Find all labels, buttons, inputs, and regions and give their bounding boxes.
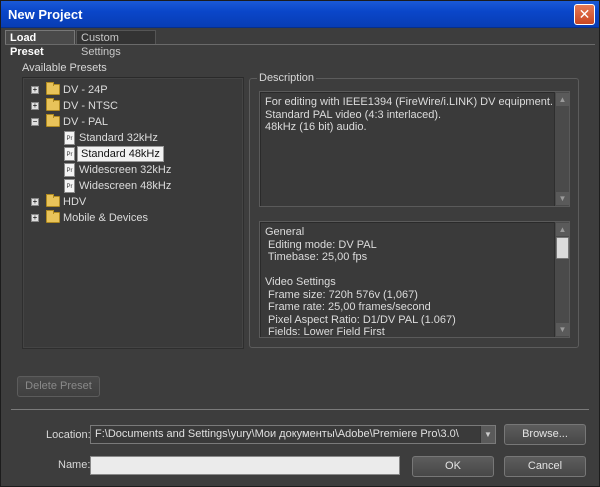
close-button[interactable]: ✕ (574, 4, 595, 25)
folder-icon (46, 82, 60, 95)
folder-icon (46, 98, 60, 111)
preset-file-icon: Pr (64, 179, 75, 193)
scroll-up-icon[interactable]: ▲ (556, 93, 569, 106)
folder-icon (46, 114, 60, 127)
tree-item-label: Standard 48kHz (77, 146, 164, 162)
description-label: Description (257, 72, 317, 84)
footer-separator (11, 409, 589, 410)
tree-item-label: DV - PAL (63, 116, 109, 128)
description-textbox[interactable]: For editing with IEEE1394 (FireWire/i.LI… (259, 91, 570, 207)
expand-icon[interactable]: + (31, 198, 39, 206)
details-scrollbar[interactable]: ▲ ▼ (554, 222, 569, 337)
new-project-dialog: New Project ✕ Load Preset Custom Setting… (0, 0, 600, 487)
preset-file-icon: Pr (64, 147, 75, 161)
tab-custom-settings[interactable]: Custom Settings (76, 30, 156, 58)
tree-item-label: HDV (63, 196, 87, 208)
description-text: For editing with IEEE1394 (FireWire/i.LI… (265, 96, 553, 133)
tree-item-label: DV - 24P (63, 84, 108, 96)
name-input[interactable] (90, 456, 400, 475)
tree-item-label: DV - NTSC (63, 100, 118, 112)
tab-load-preset[interactable]: Load Preset (5, 30, 75, 58)
scroll-thumb[interactable] (556, 237, 569, 259)
location-value: F:\Documents and Settings\yury\Мои докум… (95, 428, 459, 440)
title-bar[interactable]: New Project ✕ (1, 1, 599, 28)
expand-icon[interactable]: + (31, 102, 39, 110)
preset-file-icon: Pr (64, 163, 75, 177)
delete-preset-button[interactable]: Delete Preset (17, 376, 100, 397)
chevron-down-icon[interactable]: ▼ (480, 426, 495, 443)
cancel-button[interactable]: Cancel (504, 456, 586, 477)
details-textbox[interactable]: General Editing mode: DV PAL Timebase: 2… (259, 221, 570, 338)
scroll-down-icon[interactable]: ▼ (556, 323, 569, 336)
tree-item-label: Widescreen 32kHz (79, 164, 172, 176)
preset-file-icon: Pr (64, 131, 75, 145)
browse-button[interactable]: Browse... (504, 424, 586, 445)
scroll-up-icon[interactable]: ▲ (556, 223, 569, 236)
expand-icon[interactable]: + (31, 86, 39, 94)
location-dropdown[interactable]: F:\Documents and Settings\yury\Мои докум… (90, 425, 496, 444)
tree-item-label: Mobile & Devices (63, 212, 148, 224)
collapse-icon[interactable]: − (31, 118, 39, 126)
tree-item-label: Widescreen 48kHz (79, 180, 172, 192)
location-label: Location: (46, 429, 91, 441)
folder-icon (46, 210, 60, 223)
name-label: Name: (58, 459, 91, 471)
preset-tree[interactable]: + DV - 24P + DV - NTSC − DV - PAL Pr Sta… (22, 77, 244, 349)
tab-divider (5, 44, 595, 45)
close-icon: ✕ (578, 6, 591, 22)
scroll-down-icon[interactable]: ▼ (556, 192, 569, 205)
details-text: General Editing mode: DV PAL Timebase: 2… (265, 226, 456, 338)
ok-button[interactable]: OK (412, 456, 494, 477)
folder-icon (46, 194, 60, 207)
available-presets-label: Available Presets (22, 62, 107, 74)
description-scrollbar[interactable]: ▲ ▼ (554, 92, 569, 206)
window-title: New Project (8, 7, 83, 22)
expand-icon[interactable]: + (31, 214, 39, 222)
tree-item-label: Standard 32kHz (79, 132, 158, 144)
